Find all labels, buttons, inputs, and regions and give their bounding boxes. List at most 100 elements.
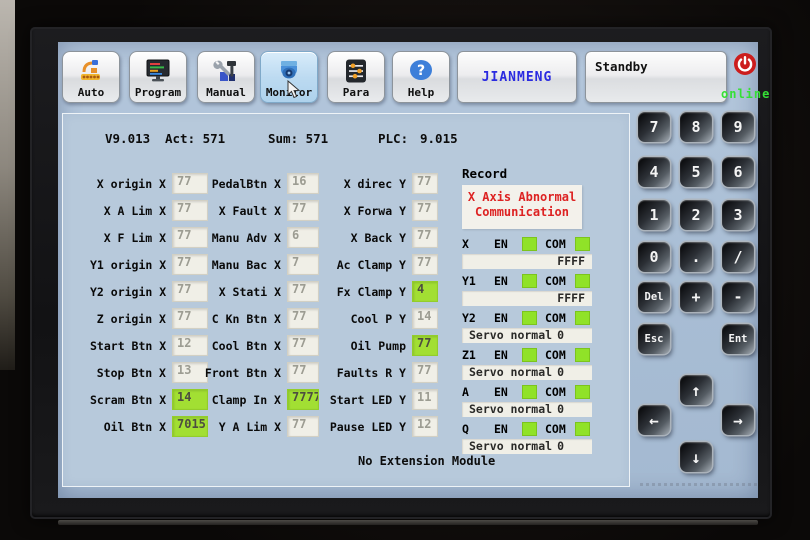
tab-label: Manual [206,86,246,99]
axis-status-field: FFFF [462,291,592,306]
io-label: Cool Btn X [186,339,287,353]
alarm-line: X Axis Abnormal [462,190,582,205]
conveyor-icon [77,56,105,86]
en-indicator [522,385,537,399]
io-row: X direc Y77 [306,170,438,197]
axis-channel: Z1 EN COM Servo normal 0 [462,347,594,380]
record-title: Record [462,166,594,181]
io-label: X Stati X [186,285,287,299]
en-indicator [522,311,537,325]
code-monitor-icon [144,56,172,86]
axis-name: A [462,385,494,399]
key-arrow-down[interactable]: ↓ [680,442,712,472]
io-label: Clamp In X [186,393,287,407]
io-label: X Fault X [186,204,287,218]
axis-status-field: Servo normal 0 [462,365,592,380]
key-6[interactable]: 6 [722,157,754,187]
en-label: EN [494,311,522,325]
key-slash[interactable]: / [722,242,754,272]
io-row: X Fault X77 [186,197,319,224]
key-5[interactable]: 5 [680,157,712,187]
axis-status-value: 0 [557,402,564,417]
key-0[interactable]: 0 [638,242,670,272]
plc-version-label: PLC: [378,131,408,146]
io-label: Scram Btn X [90,393,172,407]
key-del[interactable]: Del [638,282,670,312]
com-label: COM [545,237,575,251]
io-row: X Back Y77 [306,224,438,251]
io-row: Cool P Y14 [306,305,438,332]
io-label: Z origin X [90,312,172,326]
io-value-highlight: 77 [412,335,438,356]
photo-scene: Auto Program [0,0,810,540]
io-value: 77 [412,227,438,248]
io-row: Clamp In X7777 [186,386,319,413]
io-label: Oil Pump [306,339,412,353]
axis-channel: Q EN COM Servo normal 0 [462,421,594,454]
io-row: Front Btn X77 [186,359,319,386]
alarm-line: Communication [462,205,582,220]
io-row: Fx Clamp Y4 [306,278,438,305]
key-1[interactable]: 1 [638,200,670,230]
key-esc[interactable]: Esc [638,324,670,354]
key-ent[interactable]: Ent [722,324,754,354]
alarm-message-box: X Axis Abnormal Communication [462,185,582,229]
axis-status-text: Servo normal [469,328,552,343]
tab-manual[interactable]: Manual [197,51,255,103]
com-label: COM [545,348,575,362]
key-decimal[interactable]: . [680,242,712,272]
com-indicator [575,311,590,325]
io-value: 14 [412,308,438,329]
com-indicator [575,274,590,288]
extension-module-note: No Extension Module [358,454,495,468]
axis-status-value: 0 [557,328,564,343]
axis-channel: Y1 EN COM FFFF [462,273,594,306]
key-plus[interactable]: + [680,282,712,312]
io-label: X A Lim X [90,204,172,218]
key-arrow-up[interactable]: ↑ [680,375,712,405]
io-row: X Forwa Y77 [306,197,438,224]
axis-channel: A EN COM Servo normal 0 [462,384,594,417]
vendor-button[interactable]: JIANMENG [457,51,577,103]
io-label: Stop Btn X [90,366,172,380]
io-label: Manu Adv X [186,231,287,245]
key-7[interactable]: 7 [638,112,670,142]
tab-help[interactable]: ? Help [392,51,450,103]
com-label: COM [545,385,575,399]
tab-program[interactable]: Program [129,51,187,103]
svg-text:?: ? [417,63,425,79]
tab-monitor[interactable]: Monitor [260,51,318,103]
io-label: C Kn Btn X [186,312,287,326]
key-arrow-right[interactable]: → [722,405,754,435]
en-indicator [522,274,537,288]
power-button[interactable] [733,52,757,76]
com-indicator [575,348,590,362]
hmi-screen: Auto Program [58,42,758,498]
en-label: EN [494,348,522,362]
key-2[interactable]: 2 [680,200,712,230]
tab-para[interactable]: Para [327,51,385,103]
key-arrow-left[interactable]: ← [638,405,670,435]
key-minus[interactable]: - [722,282,754,312]
io-row: Faults R Y77 [306,359,438,386]
key-9[interactable]: 9 [722,112,754,142]
axis-name: Y2 [462,311,494,325]
key-4[interactable]: 4 [638,157,670,187]
io-value-highlight: 4 [412,281,438,302]
io-row: Manu Bac X7 [186,251,319,278]
tab-auto[interactable]: Auto [62,51,120,103]
axis-status-field: Servo normal 0 [462,328,592,343]
wall-strip [0,0,15,370]
mode-status-button[interactable]: Standby [585,51,727,103]
en-label: EN [494,385,522,399]
key-3[interactable]: 3 [722,200,754,230]
com-label: COM [545,422,575,436]
screen-watermark [640,483,758,486]
io-label: X direc Y [306,177,412,191]
io-value: 12 [412,416,438,437]
axis-channel: Y2 EN COM Servo normal 0 [462,310,594,343]
io-row: Oil Pump77 [306,332,438,359]
key-8[interactable]: 8 [680,112,712,142]
io-row: Pause LED Y12 [306,413,438,440]
io-label: X origin X [90,177,172,191]
